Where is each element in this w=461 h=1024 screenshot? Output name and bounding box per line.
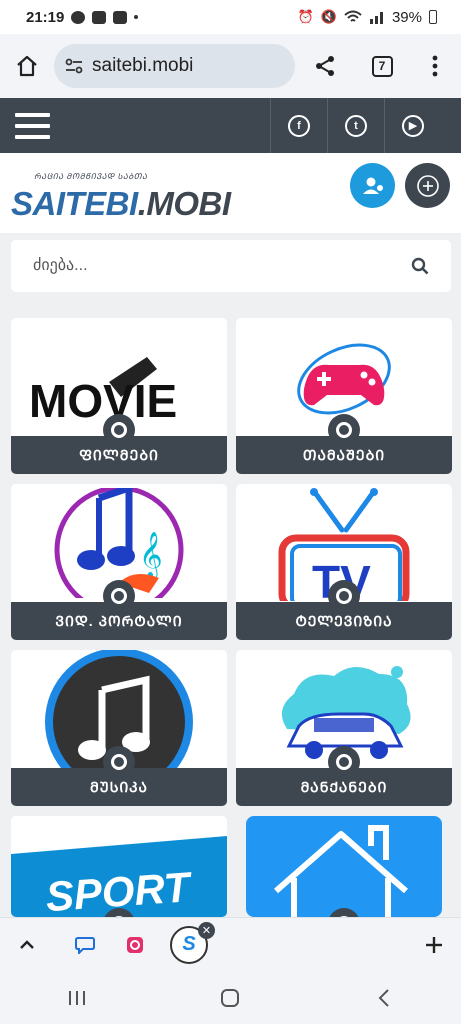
site-settings-icon[interactable]	[64, 56, 84, 76]
mute-icon: 🔇	[320, 9, 337, 24]
category-card-video-portal[interactable]: 𝄞 ᲕᲘᲓ. ᲞᲝᲠᲢᲐᲚᲘ	[11, 484, 227, 640]
category-card-real-estate[interactable]	[236, 816, 452, 917]
svg-text:𝄞: 𝄞	[139, 532, 163, 580]
plus-circle-icon	[416, 174, 439, 197]
camera-icon	[328, 580, 360, 612]
camera-icon	[328, 746, 360, 778]
url-text: saitebi.mobi	[92, 55, 194, 76]
more-notifications-icon	[134, 15, 139, 19]
alarm-icon: ⏰	[297, 9, 314, 24]
category-card-movies[interactable]: MOVIE ᲤᲘᲚᲛᲔᲑᲘ	[11, 318, 227, 474]
logo-text: SAITEBI.MOBI	[11, 185, 231, 222]
tab-count: 7	[371, 55, 393, 77]
home-nav-icon	[221, 988, 240, 1007]
back-button[interactable]	[354, 978, 414, 1018]
recent-apps-button[interactable]	[47, 978, 107, 1018]
plus-icon	[426, 936, 442, 953]
youtube-icon: ▶	[402, 114, 424, 137]
share-button[interactable]	[295, 34, 355, 98]
battery-icon	[429, 10, 437, 24]
category-card-cars[interactable]: ᲛᲐᲜᲥᲐᲜᲔᲑᲘ	[236, 650, 452, 806]
site-logo[interactable]: ᲠᲐᲪᲘᲐ ᲛᲝᲛᲬᲘᲕᲐᲓ ᲡᲐᲑᲗᲐ SAITEBI.MOBI	[11, 168, 236, 222]
home-nav-button[interactable]	[200, 978, 260, 1018]
chat-bubble-icon	[75, 936, 95, 954]
home-button[interactable]	[0, 34, 54, 98]
back-icon	[378, 988, 389, 1007]
recent-apps-icon	[68, 990, 85, 1005]
twitter-link[interactable]: t	[327, 98, 384, 153]
facebook-link[interactable]: f	[270, 98, 327, 153]
wifi-icon	[344, 10, 362, 22]
more-vertical-icon	[432, 55, 438, 77]
category-card-music[interactable]: ᲛᲣᲡᲘᲙᲐ	[11, 650, 227, 806]
movie-art-text: MOVIE	[29, 375, 177, 427]
tabs-button[interactable]: 7	[355, 34, 409, 98]
user-icon	[362, 177, 383, 194]
browser-menu-button[interactable]	[409, 34, 461, 98]
chat-extension-button[interactable]	[54, 918, 116, 972]
home-icon	[17, 55, 37, 77]
search-input[interactable]	[33, 257, 393, 275]
calendar-icon	[113, 10, 128, 24]
user-account-button[interactable]	[350, 163, 395, 208]
site-header: ᲠᲐᲪᲘᲐ ᲛᲝᲛᲬᲘᲕᲐᲓ ᲡᲐᲑᲗᲐ SAITEBI.MOBI	[0, 153, 461, 233]
sport-icon: SPORT	[11, 816, 227, 917]
expand-toolbar-button[interactable]	[0, 918, 54, 972]
add-site-button[interactable]	[405, 163, 450, 208]
house-icon	[236, 816, 452, 917]
category-card-sport[interactable]: SPORT	[11, 816, 227, 917]
twitter-icon: t	[345, 114, 367, 137]
saitebi-shortcut-button[interactable]: S ✕	[154, 918, 224, 972]
signal-icon	[369, 12, 383, 24]
browser-toolbar: saitebi.mobi 7	[0, 34, 461, 98]
camera-icon	[103, 414, 135, 446]
instagram-icon	[127, 936, 143, 953]
category-card-television[interactable]: TV ᲢᲔᲚᲔᲕᲘᲖᲘᲐ	[236, 484, 452, 640]
youtube-link[interactable]: ▶	[384, 98, 441, 153]
camera-icon	[328, 414, 360, 446]
camera-icon	[103, 580, 135, 612]
instagram-shortcut-button[interactable]	[116, 918, 154, 972]
close-icon[interactable]: ✕	[198, 921, 215, 939]
share-icon	[316, 56, 334, 76]
search-icon[interactable]	[411, 257, 429, 275]
chevron-up-icon	[20, 939, 34, 949]
logo-tagline: ᲠᲐᲪᲘᲐ ᲛᲝᲛᲬᲘᲕᲐᲓ ᲡᲐᲑᲗᲐ	[34, 172, 148, 181]
status-time: 21:19	[26, 8, 65, 26]
gallery-icon	[92, 10, 107, 24]
facebook-icon: f	[288, 114, 310, 137]
system-navigation-bar	[0, 971, 461, 1024]
battery-level: 39%	[391, 8, 422, 26]
site-top-nav: f t ▶	[0, 98, 461, 153]
status-bar: 21:19 ⏰ 🔇 39%	[0, 0, 461, 34]
whatsapp-icon	[71, 10, 86, 24]
hamburger-menu-button[interactable]	[0, 98, 64, 153]
new-tab-button[interactable]	[407, 918, 461, 972]
search-box	[11, 240, 451, 292]
category-card-games[interactable]: ᲗᲐᲛᲐᲨᲔᲑᲘ	[236, 318, 452, 474]
camera-icon	[103, 746, 135, 778]
address-bar[interactable]: saitebi.mobi	[54, 44, 295, 88]
browser-bottom-toolbar: S ✕	[0, 917, 461, 971]
